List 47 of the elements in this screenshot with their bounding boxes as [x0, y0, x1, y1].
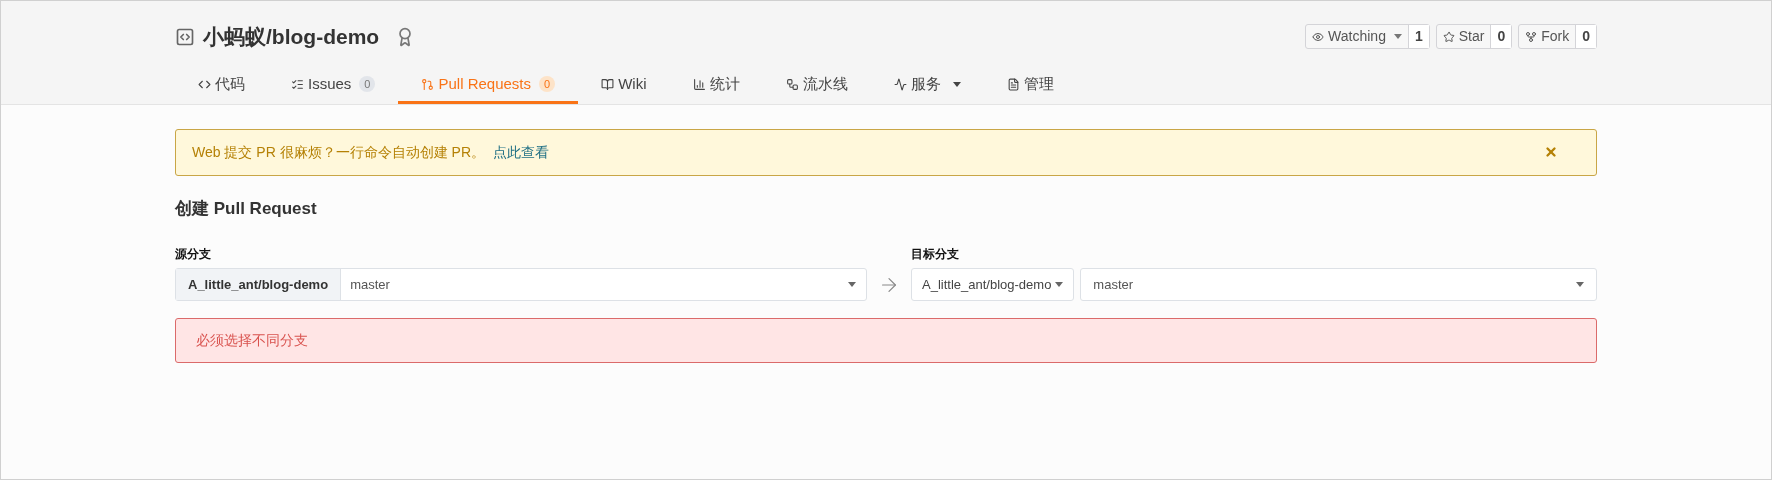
book-icon — [601, 77, 615, 91]
repo-tab[interactable]: 代码 — [175, 67, 268, 104]
target-repo-dropdown[interactable]: A_little_ant/blog-demo — [911, 268, 1075, 301]
caret-icon — [1393, 34, 1402, 40]
repo-tab[interactable]: 服务 — [870, 67, 984, 104]
action-button-group[interactable]: Watching 1 — [1305, 24, 1430, 50]
fork-icon — [1525, 30, 1538, 43]
checklist-icon — [291, 77, 304, 91]
notice-text: Web 提交 PR 很麻烦？一行命令自动创建 PR。 — [192, 142, 485, 162]
repo-tab[interactable]: 统计 — [669, 67, 763, 104]
page-heading: 创建 Pull Request — [175, 197, 318, 220]
branch-value: master — [1093, 275, 1134, 294]
count-badge: 0 — [359, 75, 376, 93]
caret-icon — [1055, 282, 1064, 287]
source-repo-label: A_little_ant/blog-demo — [176, 269, 342, 300]
notice-link[interactable]: 点此查看 — [493, 141, 549, 163]
field-label: 源分支 — [175, 246, 212, 263]
repo-action-button[interactable]: Star — [1436, 25, 1491, 49]
pulse-icon — [893, 77, 907, 91]
eye-icon — [1312, 30, 1325, 43]
repo-title[interactable]: 小蚂蚁/blog-demo — [203, 21, 380, 53]
field-label: 目标分支 — [911, 246, 960, 263]
source-branch-field[interactable]: A_little_ant/blog-demo master — [175, 268, 867, 301]
count-badge: 0 — [539, 75, 556, 93]
star-icon — [1442, 30, 1455, 43]
bar-chart-icon — [692, 77, 706, 91]
target-branch-field[interactable]: master — [1080, 268, 1597, 301]
count-label: 0 — [1575, 25, 1596, 49]
repo-tab[interactable]: 流水线 — [762, 67, 871, 104]
count-label: 0 — [1490, 25, 1512, 49]
action-button-group[interactable]: Fork 0 — [1518, 24, 1597, 50]
document-icon — [1006, 77, 1020, 91]
repo-action-button[interactable]: Fork — [1519, 25, 1576, 49]
caret-icon — [1576, 282, 1584, 287]
repo-tab[interactable]: Issues 0 — [268, 67, 399, 104]
pull-request-icon — [421, 77, 435, 91]
repo-icon — [175, 26, 195, 47]
error-message: 必须选择不同分支 — [175, 318, 1597, 363]
branch-value: master — [349, 275, 391, 294]
repo-tab[interactable]: Wiki — [578, 67, 670, 104]
repo-tab[interactable]: 管理 — [983, 67, 1077, 104]
repo-action-button[interactable]: Watching — [1306, 25, 1408, 49]
action-button-group[interactable]: Star 0 — [1435, 24, 1513, 50]
close-icon[interactable] — [1544, 145, 1558, 159]
count-label: 1 — [1407, 25, 1429, 49]
caret-icon — [848, 282, 856, 287]
pipeline-icon — [785, 77, 799, 91]
